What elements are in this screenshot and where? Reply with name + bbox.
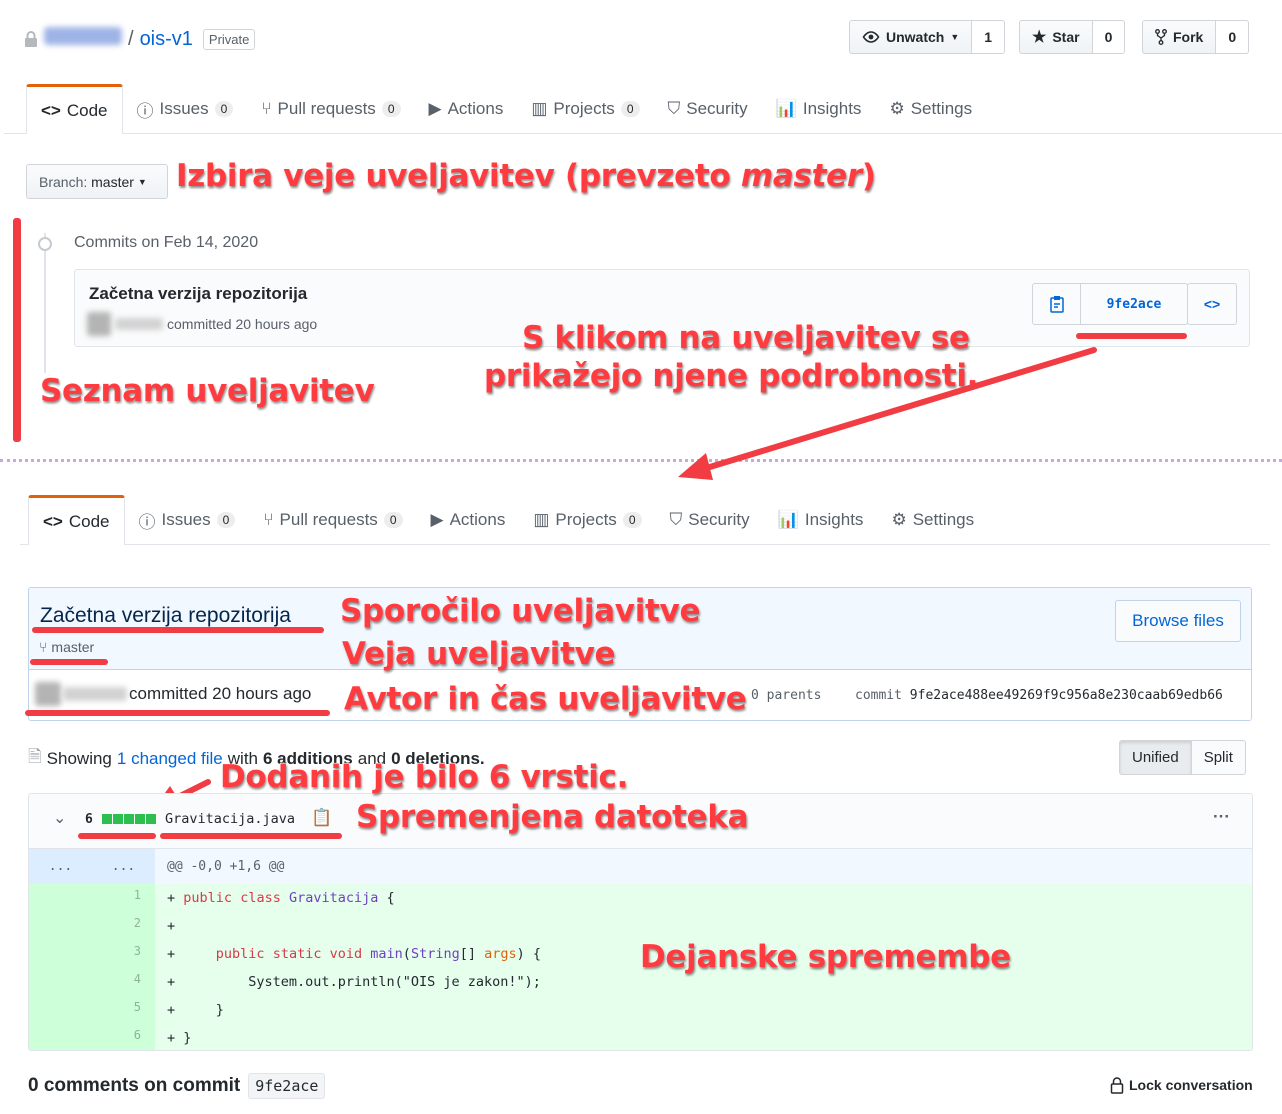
tab-label: Code: [68, 511, 110, 531]
lock-icon: [1110, 1077, 1124, 1094]
repo-nav-detail: <> Code ⓘ Issues 0 ⑂ Pull requests 0 ▶ Actions…: [20, 495, 1270, 545]
commit-sha-prefix: commit: [855, 688, 902, 703]
gear-icon: ⚙: [891, 510, 907, 529]
commit-branch-label: master: [51, 639, 95, 655]
line-number[interactable]: 3: [29, 940, 155, 968]
tab-pull-requests[interactable]: ⑂ Pull requests 0: [249, 496, 416, 544]
expand-up-icon[interactable]: ...: [29, 849, 92, 884]
file-diff-icon: 🗎: [28, 747, 42, 766]
underline-author: [25, 710, 330, 716]
underline-branch: [30, 659, 108, 665]
tab-actions[interactable]: ▶ Actions: [417, 496, 520, 544]
browse-files-button[interactable]: Browse files: [1115, 600, 1241, 642]
tab-label: Issues: [161, 510, 211, 529]
diff-line: 1 + public class Gravitacija {: [29, 884, 1252, 912]
tab-settings[interactable]: ⚙ Settings: [877, 496, 988, 544]
tab-issues[interactable]: ⓘ Issues 0: [125, 496, 250, 544]
shield-icon: ⛉: [669, 510, 683, 529]
comments-header: 0 comments on commit 9fe2ace: [28, 1073, 326, 1099]
diff-line: 5 + }: [29, 996, 1252, 1024]
code-text: }: [183, 1002, 224, 1018]
code-line: +: [155, 912, 1252, 940]
branch-icon: ⑂: [39, 639, 48, 655]
underline-filename: [160, 833, 342, 839]
code-icon: <>: [43, 511, 63, 531]
annotation-message: Sporočilo uveljavitve: [339, 592, 701, 629]
diffstat-count: 6: [85, 812, 93, 827]
code-text: }: [183, 1030, 192, 1046]
addition-marker: +: [167, 890, 184, 906]
pull-request-icon: ⑂: [263, 510, 274, 529]
code-text: public static void main(String[] args) {: [215, 946, 542, 962]
tab-label: Insights: [804, 510, 864, 529]
comments-sha: 9fe2ace: [248, 1073, 326, 1099]
diff-view-toggle: Unified Split: [1119, 740, 1246, 775]
tab-label: Projects: [555, 510, 617, 529]
commit-title: Začetna verzija repozitorija: [40, 604, 291, 627]
line-number[interactable]: 5: [29, 996, 155, 1024]
chevron-down-icon[interactable]: ⌄: [53, 808, 66, 828]
commit-full-sha: commit 9fe2ace488ee49269f9c956a8e230caab…: [855, 688, 1223, 703]
issue-icon: ⓘ: [138, 512, 156, 532]
code-text: public class Gravitacija {: [183, 890, 395, 906]
underline-diffstat: [78, 833, 156, 839]
expand-down-icon[interactable]: ...: [92, 849, 155, 884]
tab-security[interactable]: ⛉ Security: [656, 496, 764, 544]
lock-conversation-button[interactable]: Lock conversation: [1110, 1076, 1253, 1094]
diff-line: 2 +: [29, 912, 1252, 940]
tab-counter: 0: [216, 512, 236, 528]
commit-author-line: committed 20 hours ago: [35, 682, 311, 706]
annotation-author-time: Avtor in čas uveljavitve: [343, 680, 747, 717]
unified-button[interactable]: Unified: [1119, 740, 1192, 775]
code-text: System.out.println("OIS je zakon!");: [183, 974, 541, 990]
code-line: + }: [155, 996, 1252, 1024]
comments-label: 0 comments on commit: [28, 1075, 241, 1096]
line-number[interactable]: 1: [29, 884, 155, 912]
tab-insights[interactable]: 📊 Insights: [764, 496, 878, 544]
hunk-header: ... ... @@ -0,0 +1,6 @@: [29, 849, 1252, 884]
tab-projects[interactable]: ▥ Projects 0: [519, 496, 655, 544]
commit-branch[interactable]: ⑂ master: [39, 639, 94, 655]
addition-marker: +: [167, 1002, 184, 1018]
project-icon: ▥: [533, 510, 550, 529]
annotation-changed-file: Spremenjena datoteka: [355, 798, 749, 835]
code-line: + }: [155, 1024, 1252, 1050]
more-options-icon[interactable]: ···: [1213, 807, 1230, 827]
line-number[interactable]: 4: [29, 968, 155, 996]
tab-label: Settings: [912, 510, 975, 529]
code-line: + public class Gravitacija {: [155, 884, 1252, 912]
changed-files-link[interactable]: 1 changed file: [117, 749, 223, 769]
addition-marker: +: [167, 1030, 184, 1046]
play-icon: ▶: [430, 510, 444, 529]
tab-counter: 0: [622, 512, 642, 528]
annotation-changes: Dejanske spremembe: [639, 938, 1011, 975]
tab-label: Pull requests: [279, 510, 378, 529]
tab-counter: 0: [383, 512, 403, 528]
addition-marker: +: [167, 918, 184, 934]
avatar[interactable]: [35, 682, 61, 706]
tab-code[interactable]: <> Code: [28, 495, 125, 545]
split-button[interactable]: Split: [1191, 740, 1246, 775]
lock-label: Lock conversation: [1129, 1077, 1253, 1093]
addition-marker: +: [167, 974, 184, 990]
commit-parents: 0 parents: [751, 688, 822, 703]
author-name[interactable]: [63, 687, 127, 701]
annotation-added: Dodanih je bilo 6 vrstic.: [219, 758, 629, 795]
summary-showing: Showing: [46, 748, 112, 768]
tab-label: Security: [688, 510, 750, 529]
file-name-link[interactable]: Gravitacija.java: [165, 811, 295, 827]
addition-marker: +: [167, 946, 184, 962]
diffstat-bar: [102, 814, 156, 824]
line-number[interactable]: 6: [29, 1024, 155, 1050]
annotation-branch-of: Veja uveljavitve: [341, 635, 616, 672]
tab-label: Actions: [449, 510, 506, 529]
line-number[interactable]: 2: [29, 912, 155, 940]
commit-sha-value: 9fe2ace488ee49269f9c956a8e230caab69edb66: [909, 688, 1223, 703]
hunk-range: @@ -0,0 +1,6 @@: [167, 859, 285, 874]
graph-icon: 📊: [777, 510, 799, 529]
clipboard-icon[interactable]: 📋: [311, 808, 332, 828]
diff-line: 6 + }: [29, 1024, 1252, 1050]
commit-time: committed 20 hours ago: [129, 684, 312, 703]
underline-message: [32, 627, 324, 633]
